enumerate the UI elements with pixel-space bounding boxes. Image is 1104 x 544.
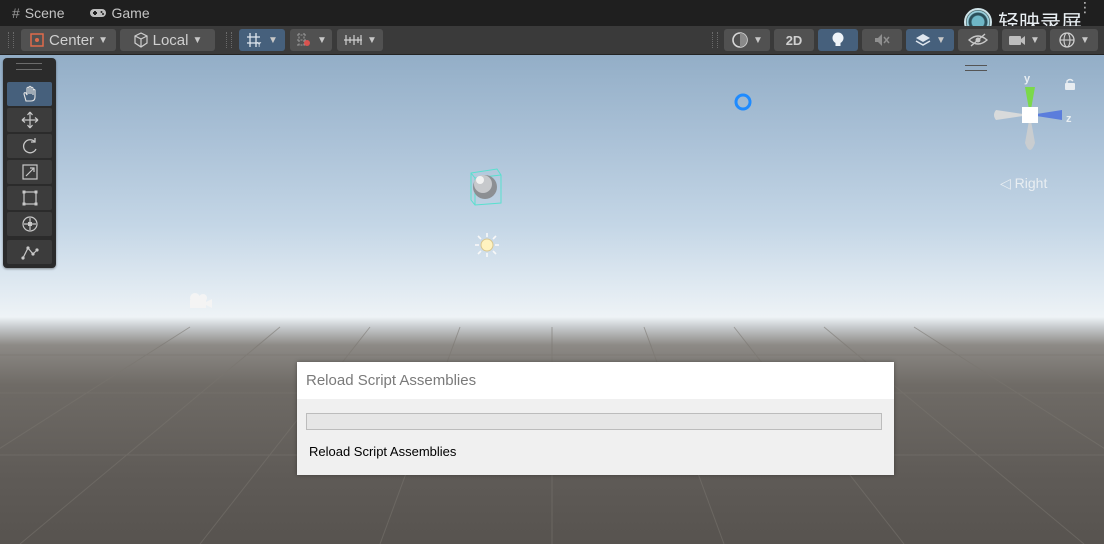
shaded-sphere-icon bbox=[732, 32, 748, 48]
tools-palette-grip[interactable] bbox=[16, 63, 42, 70]
toggle-2d-button[interactable]: 2D bbox=[774, 29, 814, 51]
rotate-tool-icon[interactable] bbox=[7, 134, 52, 158]
chevron-down-icon: ▼ bbox=[1030, 34, 1040, 46]
grid-snap-icon: Y bbox=[247, 33, 262, 48]
tab-game[interactable]: Game bbox=[77, 0, 162, 26]
eye-slash-icon bbox=[968, 33, 988, 47]
audio-mute-icon bbox=[875, 34, 890, 46]
grid-visibility-button[interactable]: Y ▼ bbox=[239, 29, 285, 51]
tab-scene-label: Scene bbox=[24, 5, 65, 21]
gizmo-grip[interactable] bbox=[965, 65, 987, 71]
tab-scene[interactable]: # Scene bbox=[0, 0, 77, 26]
snap-icon bbox=[297, 33, 311, 47]
toolbar-grip[interactable] bbox=[712, 32, 718, 48]
directional-light-icon[interactable] bbox=[473, 232, 501, 258]
scene-toolbar: Center ▼ Local ▼ Y ▼ ▼ ▼ ▼ 2D ▼ ▼ ▼ bbox=[0, 26, 1104, 55]
dialog-title: Reload Script Assemblies bbox=[297, 362, 894, 399]
orientation-gizmo[interactable] bbox=[990, 71, 1074, 161]
pivot-mode-dropdown[interactable]: Center ▼ bbox=[21, 29, 116, 51]
chevron-left-icon: ◁ bbox=[1000, 175, 1011, 191]
scene-camera-dropdown[interactable]: ▼ bbox=[1002, 29, 1046, 51]
view-orientation-label[interactable]: ◁ Right bbox=[1000, 175, 1047, 192]
custom-tool-icon[interactable] bbox=[7, 240, 52, 264]
pivot-mode-label: Center bbox=[49, 31, 95, 49]
chevron-down-icon: ▼ bbox=[367, 34, 377, 46]
chevron-down-icon: ▼ bbox=[753, 34, 763, 46]
pivot-center-icon bbox=[30, 33, 44, 47]
chevron-down-icon: ▼ bbox=[936, 34, 946, 46]
chevron-down-icon: ▼ bbox=[192, 34, 203, 46]
more-options-icon[interactable]: ⋮ bbox=[1078, 0, 1092, 14]
toggle-2d-label: 2D bbox=[785, 32, 803, 48]
tab-game-label: Game bbox=[111, 5, 150, 21]
layers-effects-icon bbox=[915, 34, 931, 46]
ruler-snap-icon bbox=[344, 35, 363, 45]
chevron-down-icon: ▼ bbox=[98, 34, 108, 46]
selected-sphere-object[interactable] bbox=[467, 167, 505, 207]
move-tool-icon[interactable] bbox=[7, 108, 52, 132]
draw-mode-dropdown[interactable]: ▼ bbox=[724, 29, 770, 51]
chevron-down-icon: ▼ bbox=[317, 34, 327, 46]
scene-audio-toggle[interactable] bbox=[862, 29, 902, 51]
chevron-down-icon: ▼ bbox=[1080, 34, 1090, 46]
lightbulb-icon bbox=[832, 32, 844, 46]
local-cube-icon bbox=[134, 32, 148, 48]
svg-text:Y: Y bbox=[256, 41, 262, 48]
grid-icon: # bbox=[12, 5, 20, 21]
tools-palette bbox=[3, 58, 56, 268]
progress-bar bbox=[306, 413, 882, 430]
dialog-status-text: Reload Script Assemblies bbox=[309, 444, 457, 459]
rect-tool-icon[interactable] bbox=[7, 186, 52, 210]
camera-icon bbox=[1009, 36, 1026, 45]
toolbar-grip[interactable] bbox=[226, 32, 232, 48]
pivot-rotation-label: Local bbox=[152, 31, 189, 49]
transform-tool-icon[interactable] bbox=[7, 212, 52, 236]
reflection-probe-icon[interactable] bbox=[732, 91, 754, 113]
scene-view-tabbar: # Scene Game 轻映录屏 ⋮ bbox=[0, 0, 1104, 36]
hand-tool-icon[interactable] bbox=[7, 82, 52, 106]
pivot-rotation-dropdown[interactable]: Local ▼ bbox=[120, 29, 215, 51]
gizmo-z-label: z bbox=[1066, 113, 1072, 125]
gamepad-icon bbox=[89, 9, 106, 17]
scale-tool-icon[interactable] bbox=[7, 160, 52, 184]
scene-viewport[interactable]: y z ◁ Right Reload Script Assemblies Rel… bbox=[0, 55, 1104, 544]
effects-dropdown[interactable]: ▼ bbox=[906, 29, 954, 51]
snap-increment-button[interactable]: ▼ bbox=[290, 29, 332, 51]
gizmo-y-label: y bbox=[1024, 73, 1031, 85]
camera-gizmo-icon[interactable] bbox=[186, 291, 214, 311]
increment-snap-button[interactable]: ▼ bbox=[337, 29, 383, 51]
reload-assemblies-dialog: Reload Script Assemblies Reload Script A… bbox=[297, 362, 894, 475]
globe-gizmo-icon bbox=[1059, 32, 1075, 48]
hidden-objects-toggle[interactable] bbox=[958, 29, 998, 51]
gizmos-dropdown[interactable]: ▼ bbox=[1050, 29, 1098, 51]
toolbar-grip[interactable] bbox=[8, 32, 14, 48]
scene-lighting-toggle[interactable] bbox=[818, 29, 858, 51]
chevron-down-icon: ▼ bbox=[268, 34, 278, 46]
view-orientation-text: Right bbox=[1014, 175, 1048, 191]
